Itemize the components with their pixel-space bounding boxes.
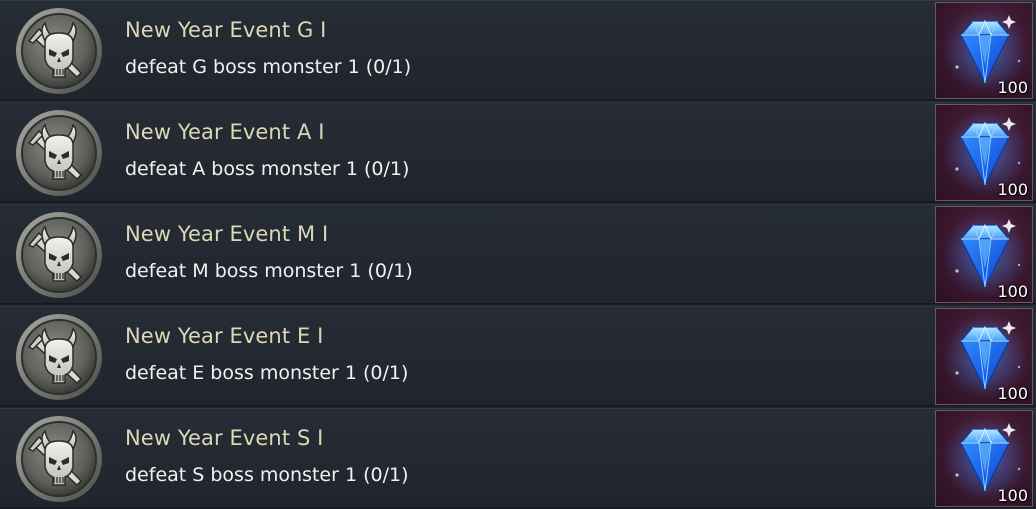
quest-row[interactable]: New Year Event G I defeat G boss monster… [0,0,1036,100]
quest-row[interactable]: New Year Event S I defeat S boss monster… [0,408,1036,508]
quest-description: defeat E boss monster 1 (0/1) [125,362,409,384]
quest-description: defeat G boss monster 1 (0/1) [125,56,412,78]
demon-skull-sword-icon [15,211,103,299]
demon-skull-sword-icon [15,313,103,401]
demon-skull-sword-icon [15,7,103,95]
quest-list: New Year Event G I defeat G boss monster… [0,0,1036,509]
quest-row[interactable]: New Year Event A I defeat A boss monster… [0,102,1036,202]
quest-title: New Year Event S I [125,426,324,450]
quest-title: New Year Event E I [125,324,324,348]
quest-title: New Year Event M I [125,222,329,246]
reward-slot[interactable]: 100 [935,410,1033,507]
quest-row[interactable]: New Year Event E I defeat E boss monster… [0,306,1036,406]
reward-slot[interactable]: 100 [935,104,1033,201]
reward-quantity: 100 [997,180,1028,199]
reward-slot[interactable]: 100 [935,206,1033,303]
quest-description: defeat A boss monster 1 (0/1) [125,158,410,180]
quest-title: New Year Event G I [125,18,327,42]
reward-quantity: 100 [997,282,1028,301]
reward-slot[interactable]: 100 [935,308,1033,405]
reward-slot[interactable]: 100 [935,2,1033,99]
quest-row[interactable]: New Year Event M I defeat M boss monster… [0,204,1036,304]
demon-skull-sword-icon [15,109,103,197]
reward-quantity: 100 [997,384,1028,403]
demon-skull-sword-icon [15,415,103,503]
reward-quantity: 100 [997,486,1028,505]
reward-quantity: 100 [997,78,1028,97]
quest-description: defeat S boss monster 1 (0/1) [125,464,409,486]
quest-description: defeat M boss monster 1 (0/1) [125,260,413,282]
quest-title: New Year Event A I [125,120,325,144]
